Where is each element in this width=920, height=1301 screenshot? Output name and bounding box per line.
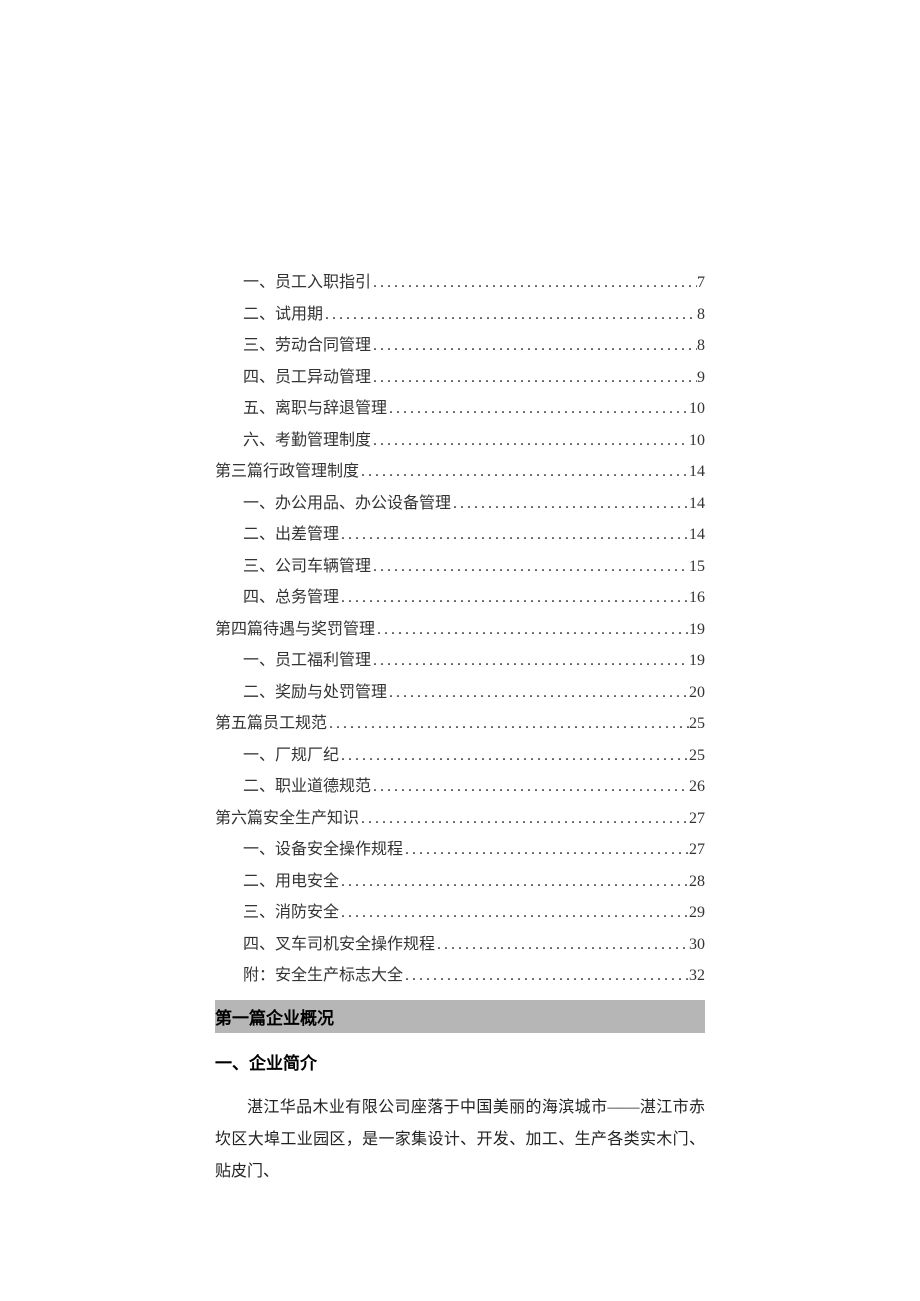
toc-entry-label: 第六篇安全生产知识 (215, 811, 359, 827)
toc-entry-page: 14 (689, 496, 705, 512)
toc-leader-dots (339, 748, 689, 764)
toc-entry: 四、员工异动管理 9 (215, 370, 705, 386)
toc-entry-label: 四、总务管理 (243, 590, 339, 606)
toc-entry-page: 27 (689, 842, 705, 858)
toc-entry: 一、员工福利管理 19 (215, 653, 705, 669)
toc-leader-dots (359, 464, 689, 480)
toc-entry-label: 三、劳动合同管理 (243, 338, 371, 354)
toc-entry-page: 10 (689, 401, 705, 417)
toc-entry: 第四篇待遇与奖罚管理 19 (215, 622, 705, 638)
toc-entry: 二、奖励与处罚管理 20 (215, 685, 705, 701)
toc-entry: 一、办公用品、办公设备管理 14 (215, 496, 705, 512)
toc-entry: 三、消防安全 29 (215, 905, 705, 921)
toc-entry: 四、总务管理 16 (215, 590, 705, 606)
section-heading-bar: 第一篇企业概况 (215, 1000, 705, 1033)
toc-leader-dots (371, 433, 689, 449)
toc-entry-label: 一、厂规厂纪 (243, 748, 339, 764)
toc-entry: 六、考勤管理制度 10 (215, 433, 705, 449)
toc-leader-dots (371, 338, 697, 354)
toc-leader-dots (403, 842, 689, 858)
toc-leader-dots (371, 559, 689, 575)
toc-entry: 二、职业道德规范 26 (215, 779, 705, 795)
toc-leader-dots (339, 527, 689, 543)
toc-entry-label: 一、设备安全操作规程 (243, 842, 403, 858)
toc-entry-label: 三、公司车辆管理 (243, 559, 371, 575)
toc-entry-label: 二、职业道德规范 (243, 779, 371, 795)
toc-entry: 二、试用期 8 (215, 307, 705, 323)
toc-leader-dots (387, 685, 689, 701)
table-of-contents: 一、员工入职指引 7 二、试用期 8 三、劳动合同管理 8 四、员工异动管理 9 五、离职与辞退… (215, 275, 705, 984)
toc-entry-page: 15 (689, 559, 705, 575)
toc-entry-label: 第四篇待遇与奖罚管理 (215, 622, 375, 638)
toc-entry-label: 第三篇行政管理制度 (215, 464, 359, 480)
toc-entry-label: 五、离职与辞退管理 (243, 401, 387, 417)
toc-entry-label: 一、办公用品、办公设备管理 (243, 496, 451, 512)
toc-entry-page: 30 (689, 937, 705, 953)
toc-leader-dots (339, 874, 689, 890)
toc-entry-page: 9 (697, 370, 705, 386)
toc-entry-page: 19 (689, 622, 705, 638)
toc-entry-page: 29 (689, 905, 705, 921)
toc-entry: 第三篇行政管理制度 14 (215, 464, 705, 480)
toc-leader-dots (403, 968, 689, 984)
toc-entry: 附：安全生产标志大全 32 (215, 968, 705, 984)
toc-entry-page: 27 (689, 811, 705, 827)
toc-entry-page: 20 (689, 685, 705, 701)
toc-entry-label: 第五篇员工规范 (215, 716, 327, 732)
toc-entry-page: 14 (689, 464, 705, 480)
toc-entry-page: 10 (689, 433, 705, 449)
toc-entry: 一、设备安全操作规程 27 (215, 842, 705, 858)
toc-leader-dots (327, 716, 689, 732)
toc-leader-dots (371, 779, 689, 795)
toc-entry: 一、员工入职指引 7 (215, 275, 705, 291)
toc-leader-dots (323, 307, 697, 323)
toc-entry: 二、出差管理 14 (215, 527, 705, 543)
toc-entry-label: 一、员工福利管理 (243, 653, 371, 669)
toc-entry-page: 26 (689, 779, 705, 795)
toc-entry-page: 32 (689, 968, 705, 984)
toc-leader-dots (435, 937, 689, 953)
toc-entry-page: 16 (689, 590, 705, 606)
toc-entry-label: 附：安全生产标志大全 (243, 968, 403, 984)
toc-leader-dots (359, 811, 689, 827)
toc-entry-page: 8 (697, 338, 705, 354)
toc-entry: 一、厂规厂纪 25 (215, 748, 705, 764)
toc-entry-label: 三、消防安全 (243, 905, 339, 921)
toc-leader-dots (375, 622, 689, 638)
toc-leader-dots (451, 496, 689, 512)
body-paragraph: 湛江华品木业有限公司座落于中国美丽的海滨城市——湛江市赤坎区大埠工业园区，是一家… (215, 1092, 705, 1188)
document-page: 一、员工入职指引 7 二、试用期 8 三、劳动合同管理 8 四、员工异动管理 9 五、离职与辞退… (215, 275, 705, 1188)
toc-entry-label: 二、出差管理 (243, 527, 339, 543)
subsection-heading: 一、企业简介 (215, 1049, 705, 1074)
toc-entry: 三、公司车辆管理 15 (215, 559, 705, 575)
toc-leader-dots (371, 653, 689, 669)
toc-entry-page: 28 (689, 874, 705, 890)
toc-entry-page: 7 (697, 275, 705, 291)
toc-entry-label: 二、试用期 (243, 307, 323, 323)
toc-leader-dots (371, 370, 697, 386)
toc-leader-dots (387, 401, 689, 417)
toc-entry-label: 四、员工异动管理 (243, 370, 371, 386)
toc-entry-label: 二、奖励与处罚管理 (243, 685, 387, 701)
toc-entry: 第六篇安全生产知识 27 (215, 811, 705, 827)
toc-entry-label: 六、考勤管理制度 (243, 433, 371, 449)
toc-entry-page: 14 (689, 527, 705, 543)
toc-entry: 三、劳动合同管理 8 (215, 338, 705, 354)
toc-entry-label: 一、员工入职指引 (243, 275, 371, 291)
toc-entry: 二、用电安全 28 (215, 874, 705, 890)
toc-entry: 五、离职与辞退管理 10 (215, 401, 705, 417)
toc-entry-label: 二、用电安全 (243, 874, 339, 890)
toc-entry-label: 四、叉车司机安全操作规程 (243, 937, 435, 953)
toc-entry-page: 19 (689, 653, 705, 669)
toc-entry-page: 25 (689, 716, 705, 732)
toc-leader-dots (371, 275, 697, 291)
toc-leader-dots (339, 905, 689, 921)
toc-entry: 四、叉车司机安全操作规程 30 (215, 937, 705, 953)
toc-entry-page: 25 (689, 748, 705, 764)
toc-leader-dots (339, 590, 689, 606)
toc-entry-page: 8 (697, 307, 705, 323)
toc-entry: 第五篇员工规范 25 (215, 716, 705, 732)
